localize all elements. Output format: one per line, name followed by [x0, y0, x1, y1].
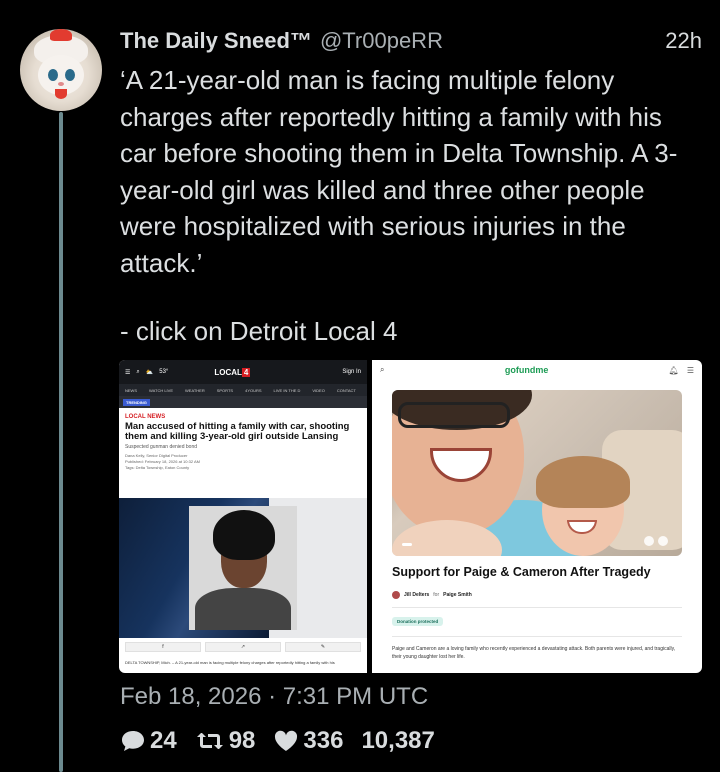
family-photo	[392, 390, 682, 556]
retweet-stat[interactable]: 98	[195, 727, 255, 755]
tweet-stats: 24 98 336 10,387	[120, 727, 453, 755]
signin-text: Sign In	[342, 369, 361, 375]
menu-icon: ☰	[125, 369, 131, 376]
divider	[392, 607, 682, 608]
fundraiser-title: Support for Paige & Cameron After Traged…	[392, 565, 651, 579]
mugshot-photo	[119, 498, 367, 638]
local4-logo: LOCAL 4	[214, 367, 251, 377]
prev-icon	[644, 536, 654, 546]
speech-bubble-icon	[122, 731, 144, 751]
user-handle[interactable]: @Tr00peRR	[320, 28, 443, 53]
divider	[392, 636, 682, 637]
news-kicker: LOCAL NEWS	[125, 414, 166, 420]
donation-protected-badge: Donation protected	[392, 617, 444, 626]
weather-temp: 53°	[159, 369, 169, 375]
display-name[interactable]: The Daily Sneed™	[120, 28, 312, 53]
tweet-timestamp[interactable]: Feb 18, 2026 · 7:31 PM UTC	[120, 683, 428, 711]
share-buttons: f ↗ ✎	[125, 642, 361, 652]
gofundme-top-bar: ⌕ gofundme 🔔︎ ☰	[372, 360, 702, 380]
next-icon	[658, 536, 668, 546]
media-grid: ☰ ⌕ ⛅ 53° LOCAL 4 Sign In NEWS WATCH LIVE W…	[119, 360, 702, 673]
news-caption: DELTA TOWNSHIP, Mich. – A 21-year-old ma…	[125, 660, 335, 665]
gofundme-logo: gofundme	[504, 365, 549, 375]
news-headline: Man accused of hitting a family with car…	[125, 421, 350, 442]
news-screenshot-image[interactable]: ☰ ⌕ ⛅ 53° LOCAL 4 Sign In NEWS WATCH LIVE W…	[119, 360, 367, 673]
search-icon: ⌕	[380, 365, 385, 374]
news-nav-menu: NEWS WATCH LIVE WEATHER SPORTS 4YOURS LIVE IN…	[119, 384, 367, 396]
tweet-link-text: - click on Detroit Local 4	[120, 316, 398, 346]
thread-line	[59, 112, 63, 772]
news-meta: Dana Kelly, Senior Digital Producer Publ…	[125, 453, 200, 470]
menu-icon: ☰	[686, 365, 694, 375]
like-stat[interactable]: 336	[273, 727, 343, 755]
trending-bar: TRENDING	[119, 396, 367, 408]
avatar[interactable]	[20, 29, 102, 111]
weather-icon: ⛅	[145, 369, 154, 376]
fundraiser-description: Paige and Cameron are a loving family wh…	[392, 646, 676, 660]
tweet-header: The Daily Sneed™ @Tr00peRR 22h	[120, 28, 702, 54]
search-icon: ⌕	[136, 368, 140, 375]
news-subhead: Suspected gunman denied bond	[125, 444, 198, 450]
bell-icon: 🔔︎	[668, 365, 679, 375]
tweet-text: ‘A 21-year-old man is facing multiple fe…	[120, 65, 678, 278]
retweet-icon	[196, 733, 223, 749]
reply-stat[interactable]: 24	[120, 727, 177, 755]
views-stat: 10,387	[361, 727, 435, 754]
news-top-bar: ☰ ⌕ ⛅ 53° LOCAL 4 Sign In	[119, 360, 367, 384]
gofundme-screenshot-image[interactable]: ⌕ gofundme 🔔︎ ☰ Support for Paige & Camer…	[372, 360, 702, 673]
relative-time[interactable]: 22h	[665, 28, 702, 54]
organizer-row: Jill Delters for Paige Smith	[392, 591, 472, 599]
heart-icon	[275, 730, 298, 751]
organizer-avatar	[392, 591, 400, 599]
